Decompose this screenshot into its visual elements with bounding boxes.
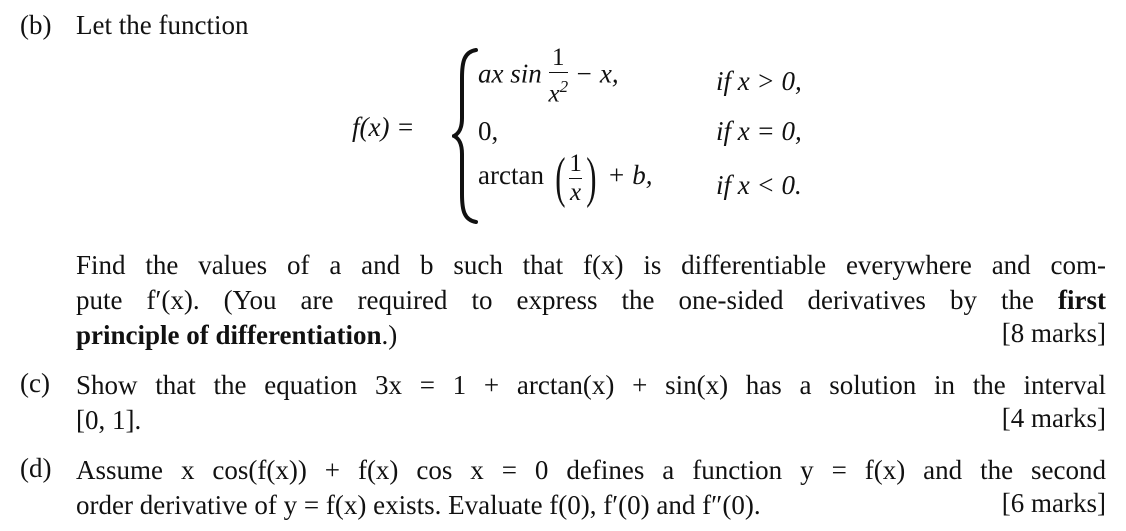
case3-fraction: 1 x: [569, 149, 582, 206]
case1-expr-prefix: ax sin: [478, 58, 542, 89]
part-d-marks: [6 marks]: [1001, 488, 1106, 518]
left-brace-icon: [452, 48, 478, 224]
function-name: f(x) =: [352, 112, 415, 142]
part-b-label: (b): [20, 10, 52, 40]
part-c-line2: [0, 1].: [76, 405, 142, 435]
part-b-marks: [8 marks]: [1001, 318, 1106, 348]
case3-frac-numerator: 1: [569, 149, 582, 177]
case-row-negative: arctan ( 1 x ) + b,: [478, 147, 653, 209]
part-b-question-line1: Find the values of a and b such that f(x…: [76, 250, 1106, 280]
part-d-label: (d): [20, 453, 52, 483]
case1-condition: if x > 0,: [716, 66, 802, 96]
part-b-question-line3: principle of differentiation.): [76, 320, 398, 350]
case3-frac-denominator: x: [570, 178, 582, 206]
case1-frac-denominator: x2: [548, 77, 569, 108]
part-b-intro: Let the function: [76, 10, 249, 40]
part-c-line1: Show that the equation 3x = 1 + arctan(x…: [76, 370, 1106, 400]
case3-expr-prefix: arctan: [478, 160, 544, 191]
part-c-marks: [4 marks]: [1001, 403, 1106, 433]
case1-expr-suffix: − x,: [574, 58, 619, 89]
part-b-question-line2: pute f′(x). (You are required to express…: [76, 285, 1106, 315]
case3-expr-suffix: + b,: [607, 160, 653, 191]
case3-condition: if x < 0.: [716, 170, 802, 200]
case2-expr: 0,: [478, 116, 499, 146]
case1-fraction: 1 x2: [548, 44, 569, 108]
case1-frac-numerator: 1: [552, 44, 565, 71]
case-row-positive: ax sin 1 x2 − x,: [478, 44, 619, 108]
part-d-line1: Assume x cos(f(x)) + f(x) cos x = 0 defi…: [76, 455, 1106, 485]
part-d-line2: order derivative of y = f(x) exists. Eva…: [76, 490, 761, 520]
part-c-label: (c): [20, 368, 50, 398]
case2-condition: if x = 0,: [716, 116, 802, 146]
